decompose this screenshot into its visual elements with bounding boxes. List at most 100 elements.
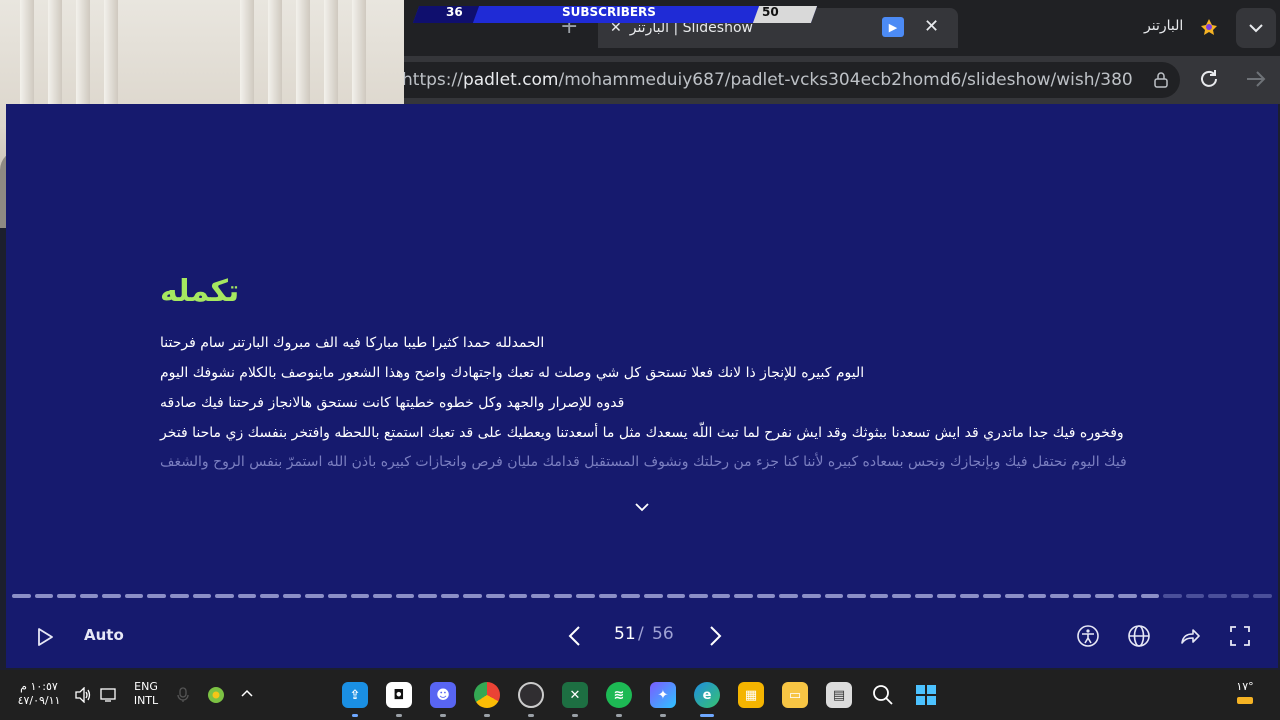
media-play-icon[interactable]: ▶ [882,17,904,37]
progress-segment[interactable] [1027,594,1047,598]
language-indicator[interactable]: ENG INTL [128,680,164,708]
progress-segment[interactable] [170,594,189,598]
progress-segment[interactable] [1163,594,1182,598]
windows-start-icon[interactable] [915,684,937,706]
discord-app-icon[interactable]: ☻ [430,682,456,708]
progress-segment[interactable] [756,594,776,598]
expand-chevron-icon[interactable] [634,502,650,512]
progress-segment[interactable] [282,594,302,598]
progress-segment[interactable] [328,594,347,598]
slide-progress-bar[interactable] [12,594,1272,600]
chrome-app-icon[interactable] [474,682,500,708]
reload-icon[interactable] [1198,68,1220,90]
progress-segment[interactable] [960,594,979,598]
roblox-app-icon[interactable]: ◘ [386,682,412,708]
progress-segment[interactable] [260,594,279,598]
autoplay-toggle[interactable]: Auto [84,626,124,644]
progress-segment[interactable] [1118,594,1137,598]
progress-segment[interactable] [937,594,956,598]
subscriber-count-goal: 50 [762,5,779,19]
progress-segment[interactable] [802,594,821,598]
tab-title-right[interactable]: البارتنر [1144,18,1183,34]
progress-segment[interactable] [711,594,731,598]
progress-segment[interactable] [982,594,1002,598]
display-icon[interactable] [100,687,118,703]
progress-segment[interactable] [734,594,753,598]
share-icon[interactable] [1178,624,1202,648]
progress-segment[interactable] [576,594,595,598]
progress-segment[interactable] [395,594,415,598]
progress-segment[interactable] [1050,594,1069,598]
progress-segment[interactable] [1095,594,1114,598]
progress-segment[interactable] [463,594,482,598]
accessibility-icon[interactable] [1076,624,1100,648]
copilot-app-icon[interactable]: ✦ [650,682,676,708]
padlet-app-icon[interactable]: ⇪ [342,682,368,708]
url-text[interactable]: https://padlet.com/mohammeduiy687/padlet… [402,70,1132,90]
progress-segment[interactable] [305,594,324,598]
tray-app-icon[interactable] [206,685,226,705]
progress-segment[interactable] [418,594,437,598]
progress-segment[interactable] [914,594,934,598]
progress-segment[interactable] [79,594,99,598]
fullscreen-icon[interactable] [1228,624,1252,648]
microphone-icon[interactable] [176,687,190,703]
site-permissions-icon[interactable] [1152,71,1170,89]
progress-segment[interactable] [12,594,31,598]
next-slide-icon[interactable] [704,624,726,648]
edge-app-icon[interactable]: e [694,682,720,708]
close-icon[interactable]: ✕ [924,16,939,37]
obs-app-icon[interactable] [518,682,544,708]
progress-segment[interactable] [824,594,844,598]
weather-widget[interactable]: ١٧° [1230,680,1260,710]
excel-app-icon[interactable]: ✕ [562,682,588,708]
progress-segment[interactable] [1185,594,1205,598]
progress-segment[interactable] [689,594,708,598]
progress-segment[interactable] [598,594,618,598]
progress-segment[interactable] [215,594,234,598]
file-explorer-icon[interactable]: ▭ [782,682,808,708]
progress-segment[interactable] [486,594,505,598]
weather-sun-icon [1237,697,1253,704]
chevron-up-icon[interactable] [240,688,254,698]
notepad-app-icon[interactable]: ▤ [826,682,852,708]
progress-segment[interactable] [147,594,166,598]
progress-segment[interactable] [440,594,460,598]
progress-segment[interactable] [869,594,889,598]
progress-segment[interactable] [666,594,686,598]
progress-segment[interactable] [847,594,866,598]
spotify-app-icon[interactable]: ≋ [606,682,632,708]
progress-segment[interactable] [779,594,798,598]
progress-segment[interactable] [553,594,573,598]
globe-icon[interactable] [1127,624,1151,648]
address-bar[interactable]: https://padlet.com/mohammeduiy687/padlet… [380,62,1180,98]
progress-segment[interactable] [34,594,54,598]
progress-segment[interactable] [102,594,121,598]
progress-segment[interactable] [644,594,663,598]
progress-segment[interactable] [373,594,392,598]
forward-arrow-icon[interactable] [1244,68,1268,90]
progress-segment[interactable] [508,594,528,598]
progress-segment[interactable] [192,594,212,598]
progress-segment[interactable] [1208,594,1227,598]
progress-segment[interactable] [531,594,550,598]
progress-segment[interactable] [1072,594,1092,598]
progress-segment[interactable] [1005,594,1024,598]
progress-segment[interactable] [621,594,640,598]
progress-segment[interactable] [1140,594,1160,598]
url-host: padlet.com [462,70,559,90]
play-icon[interactable] [34,626,56,648]
progress-segment[interactable] [57,594,76,598]
progress-segment[interactable] [892,594,911,598]
progress-segment[interactable] [1230,594,1250,598]
previous-slide-icon[interactable] [564,624,586,648]
progress-segment[interactable] [350,594,370,598]
search-icon[interactable] [872,684,894,706]
progress-segment[interactable] [124,594,144,598]
progress-segment[interactable] [1253,594,1272,598]
clock[interactable]: ١٠:٥٧ م ٤٧/٠٩/١١ [14,680,64,708]
volume-icon[interactable] [74,687,92,703]
store-app-icon[interactable]: ▦ [738,682,764,708]
tab-search-button[interactable] [1236,8,1276,48]
progress-segment[interactable] [237,594,257,598]
